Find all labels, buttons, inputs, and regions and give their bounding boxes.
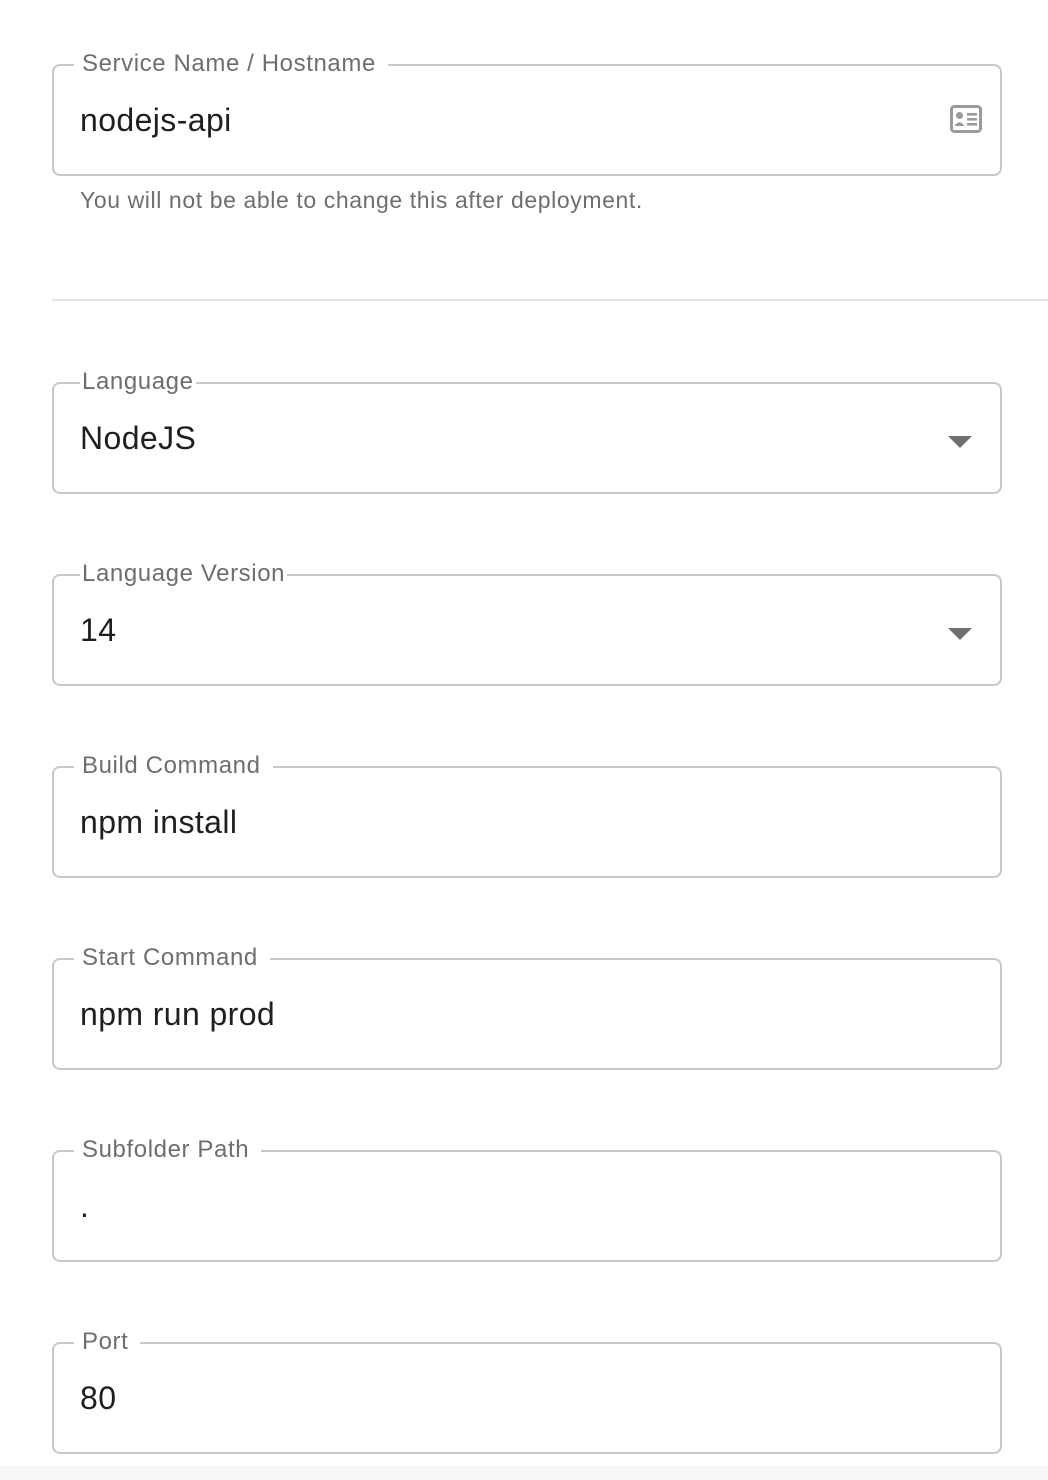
subfolder-path-field[interactable]: Subfolder Path . — [52, 1133, 1002, 1262]
service-name-field[interactable]: Service Name / Hostname nodejs-api — [52, 47, 1002, 176]
language-version-select[interactable]: Language Version 14 — [52, 557, 1002, 686]
start-command-label: Start Command — [74, 941, 270, 975]
port-label: Port — [74, 1325, 141, 1359]
subfolder-path-input[interactable]: . — [80, 1186, 89, 1226]
language-label: Language — [80, 365, 196, 399]
section-divider — [52, 299, 1048, 301]
build-command-input[interactable]: npm install — [80, 802, 237, 842]
build-command-field[interactable]: Build Command npm install — [52, 749, 1002, 878]
dropdown-arrow-icon[interactable] — [948, 628, 972, 640]
build-command-label: Build Command — [74, 749, 273, 783]
dropdown-arrow-icon[interactable] — [948, 436, 972, 448]
language-selected-value: NodeJS — [80, 420, 197, 456]
language-version-selected-value: 14 — [80, 612, 117, 648]
service-name-input[interactable]: nodejs-api — [80, 100, 232, 140]
service-name-helper-text: You will not be able to change this afte… — [80, 187, 643, 213]
bottom-edge — [0, 1466, 1048, 1480]
contact-card-icon[interactable] — [950, 105, 982, 133]
port-field[interactable]: Port 80 — [52, 1325, 1002, 1454]
service-settings-form: Service Name / Hostname nodejs-api You w… — [0, 0, 1048, 1480]
language-version-label: Language Version — [80, 557, 288, 591]
start-command-field[interactable]: Start Command npm run prod — [52, 941, 1002, 1070]
subfolder-path-label: Subfolder Path — [74, 1133, 262, 1167]
language-select[interactable]: Language NodeJS — [52, 365, 1002, 494]
service-name-label: Service Name / Hostname — [74, 47, 388, 81]
start-command-input[interactable]: npm run prod — [80, 994, 275, 1034]
port-input[interactable]: 80 — [80, 1378, 116, 1418]
